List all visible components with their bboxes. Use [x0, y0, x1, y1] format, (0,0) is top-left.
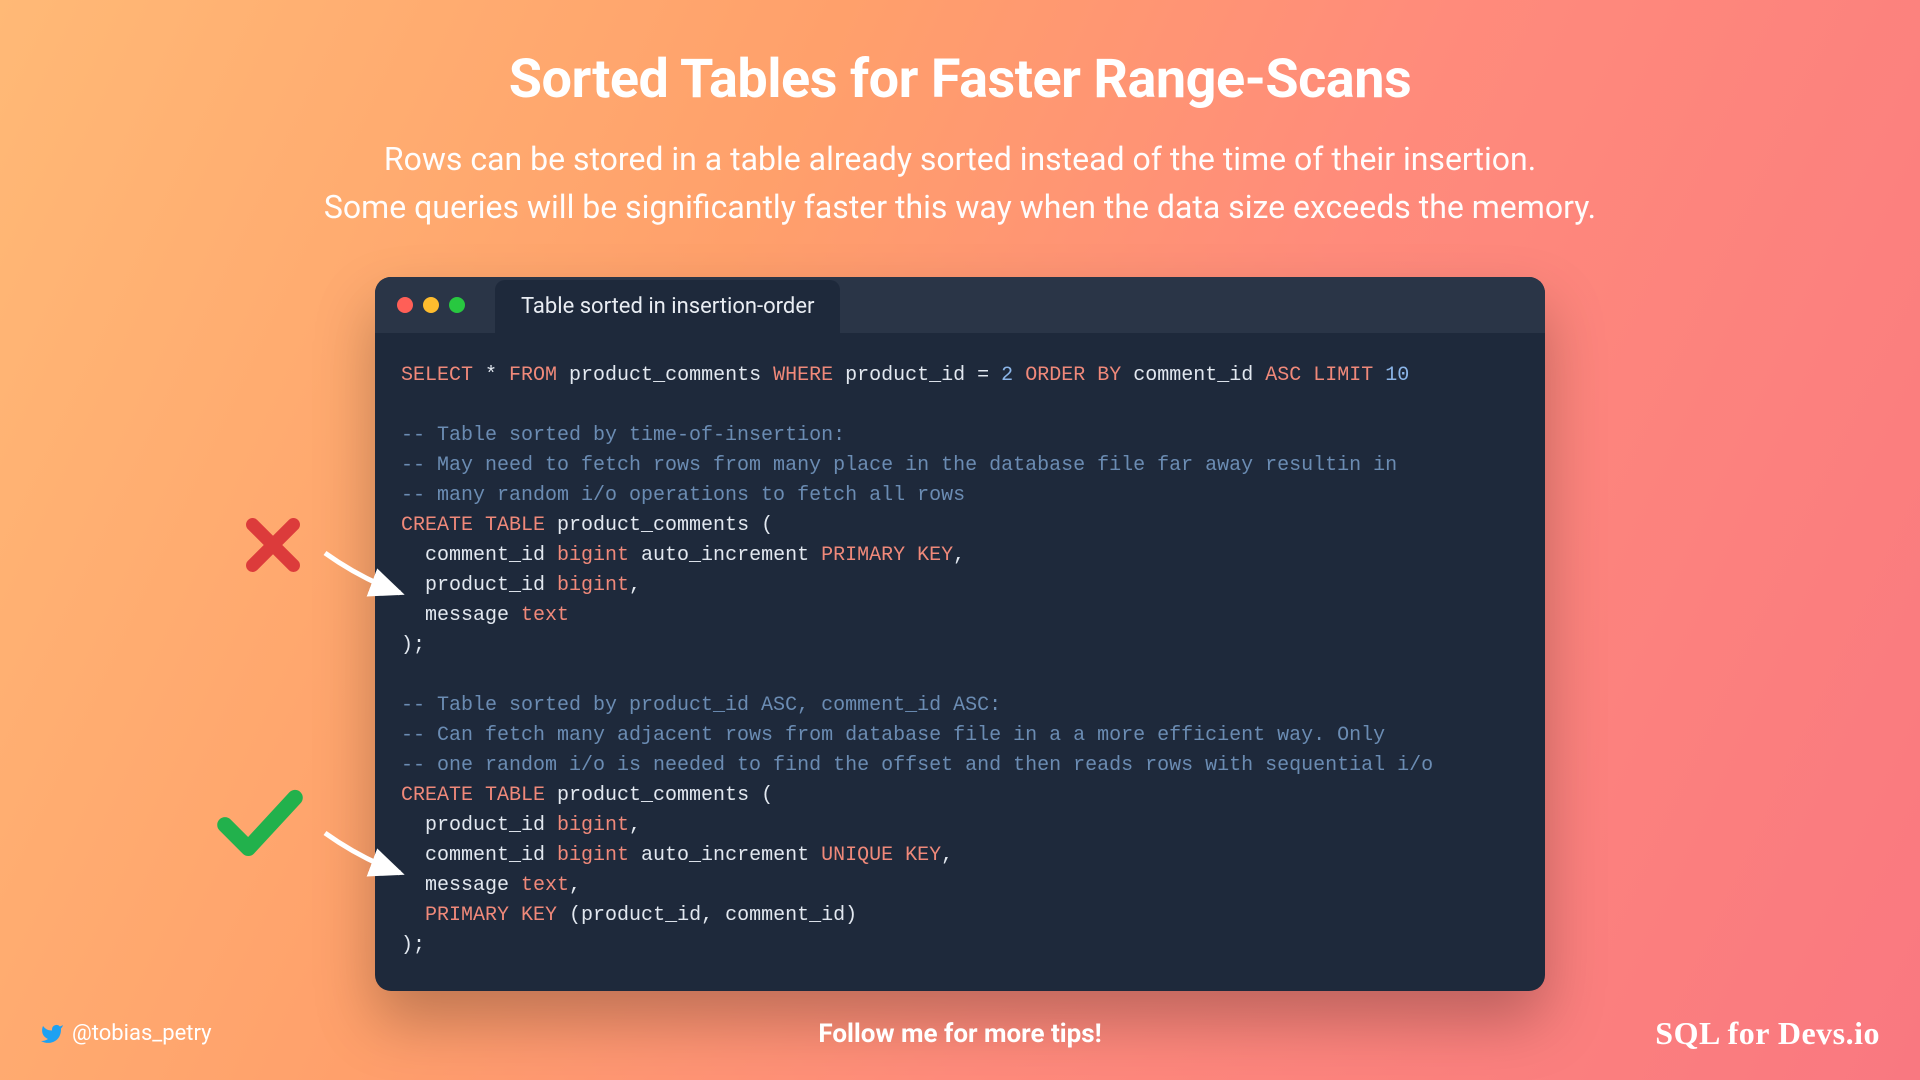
code-token: text	[521, 604, 569, 627]
code-body: SELECT * FROM product_comments WHERE pro…	[375, 333, 1545, 991]
code-token: ,	[569, 874, 581, 897]
close-dot-icon	[397, 297, 413, 313]
code-comment: -- Table sorted by product_id ASC, comme…	[401, 694, 1001, 717]
cross-icon	[238, 510, 308, 584]
code-token: ,	[953, 544, 965, 567]
subtitle-line-1: Rows can be stored in a table already so…	[384, 140, 1536, 178]
code-token: product_comments (	[545, 514, 773, 537]
code-token: comment_id	[401, 844, 557, 867]
code-token: bigint	[557, 844, 629, 867]
code-token	[401, 904, 425, 927]
code-token: product_comments	[557, 364, 773, 387]
code-token: FROM	[509, 364, 557, 387]
code-token: ,	[629, 574, 641, 597]
minimize-dot-icon	[423, 297, 439, 313]
arrow-icon	[320, 548, 420, 612]
code-comment: -- May need to fetch rows from many plac…	[401, 454, 1397, 477]
code-token: comment_id	[401, 544, 557, 567]
code-token: product_id	[401, 574, 557, 597]
code-token: CREATE TABLE	[401, 784, 545, 807]
code-token: bigint	[557, 814, 629, 837]
arrow-icon	[320, 828, 420, 892]
code-token	[1373, 364, 1385, 387]
code-token: SELECT	[401, 364, 473, 387]
code-token: auto_increment	[629, 844, 821, 867]
code-token: text	[521, 874, 569, 897]
code-token: ,	[941, 844, 953, 867]
code-token: PRIMARY KEY	[821, 544, 953, 567]
maximize-dot-icon	[449, 297, 465, 313]
page-title: Sorted Tables for Faster Range-Scans	[0, 0, 1920, 111]
code-token: ASC LIMIT	[1265, 364, 1373, 387]
code-token: ,	[629, 814, 641, 837]
code-comment: -- Table sorted by time-of-insertion:	[401, 424, 845, 447]
follow-cta: Follow me for more tips!	[818, 1019, 1101, 1049]
code-token: );	[401, 934, 425, 957]
code-token: auto_increment	[629, 544, 821, 567]
twitter-icon	[40, 1022, 64, 1046]
code-token: PRIMARY KEY	[425, 904, 557, 927]
brand-text: SQL for Devs.io	[1655, 1015, 1880, 1052]
subtitle-line-2: Some queries will be significantly faste…	[324, 188, 1596, 226]
code-token: CREATE TABLE	[401, 514, 545, 537]
code-token: );	[401, 634, 425, 657]
handle-text: @tobias_petry	[72, 1021, 212, 1046]
code-token: WHERE	[773, 364, 833, 387]
code-comment: -- Can fetch many adjacent rows from dat…	[401, 724, 1385, 747]
code-token: 2	[1001, 364, 1013, 387]
code-token: product_id	[833, 364, 977, 387]
twitter-handle: @tobias_petry	[40, 1021, 212, 1046]
check-icon	[210, 786, 310, 860]
window-chrome: Table sorted in insertion-order	[375, 277, 1545, 333]
code-token: UNIQUE KEY	[821, 844, 941, 867]
code-token: bigint	[557, 544, 629, 567]
code-token: bigint	[557, 574, 629, 597]
code-token: (product_id, comment_id)	[557, 904, 857, 927]
code-token: product_comments (	[545, 784, 773, 807]
code-token	[1013, 364, 1025, 387]
traffic-lights	[397, 297, 465, 313]
code-token: =	[977, 364, 1001, 387]
code-token: 10	[1385, 364, 1409, 387]
code-comment: -- one random i/o is needed to find the …	[401, 754, 1433, 777]
code-comment: -- many random i/o operations to fetch a…	[401, 484, 965, 507]
window-tab: Table sorted in insertion-order	[495, 280, 840, 333]
code-window: Table sorted in insertion-order SELECT *…	[375, 277, 1545, 991]
code-token: *	[473, 364, 509, 387]
code-token: product_id	[401, 814, 557, 837]
footer: @tobias_petry Follow me for more tips! S…	[0, 1015, 1920, 1052]
code-token: comment_id	[1121, 364, 1265, 387]
code-token: ORDER BY	[1025, 364, 1121, 387]
page-subtitle: Rows can be stored in a table already so…	[0, 135, 1920, 231]
